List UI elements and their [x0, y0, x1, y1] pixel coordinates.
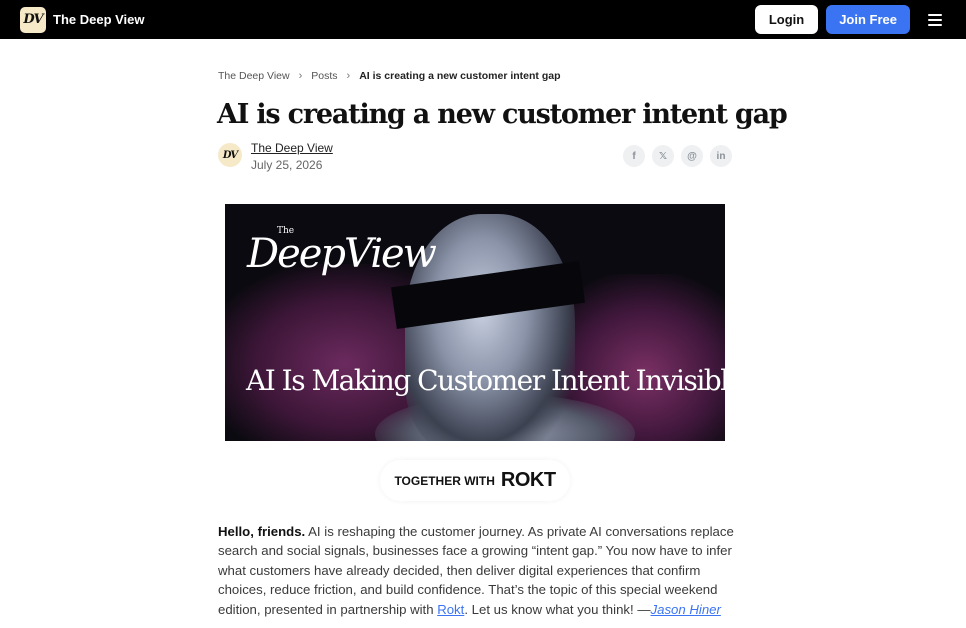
avatar[interactable]: DV: [218, 143, 242, 167]
article-intro: Hello, friends. AI is reshaping the cust…: [218, 522, 738, 619]
page-title: AI is creating a new customer intent gap: [217, 99, 788, 130]
rokt-link[interactable]: Rokt: [437, 602, 464, 617]
join-free-button[interactable]: Join Free: [826, 5, 910, 34]
facebook-icon[interactable]: f: [623, 145, 645, 167]
hero-image: The DeepView AI Is Making Customer Inten…: [225, 204, 725, 441]
hamburger-bar: [928, 23, 942, 26]
hamburger-bar: [928, 13, 942, 16]
breadcrumb-home[interactable]: The Deep View: [218, 70, 290, 82]
top-nav: DV The Deep View Login Join Free: [0, 0, 966, 39]
sponsor-together: TOGETHER WITH: [394, 473, 495, 488]
greeting: Hello, friends.: [218, 524, 306, 539]
sponsor-badge[interactable]: TOGETHER WITH ROKT: [380, 460, 570, 501]
nav-actions: Login Join Free: [754, 5, 946, 34]
x-icon[interactable]: 𝕏: [652, 145, 674, 167]
hero-logo-name: DeepView: [247, 231, 437, 277]
intro-text-end: . Let us know what you think! —: [464, 601, 651, 617]
brand-name[interactable]: The Deep View: [53, 12, 145, 27]
chevron-right-icon: ›: [346, 70, 351, 82]
hero-caption: AI Is Making Customer Intent Invisible: [246, 364, 725, 397]
share-buttons: f 𝕏 @ in: [623, 145, 732, 167]
logo-icon[interactable]: DV: [20, 6, 46, 33]
sponsor-logo: ROKT: [500, 469, 556, 491]
author-signature-link[interactable]: Jason Hiner: [651, 602, 721, 617]
post-date: July 25, 2026: [251, 158, 323, 172]
author-link[interactable]: The Deep View: [251, 141, 333, 155]
hero-logo: The DeepView: [247, 226, 437, 274]
threads-icon[interactable]: @: [681, 145, 703, 167]
hamburger-icon[interactable]: [924, 9, 946, 31]
breadcrumb-current: AI is creating a new customer intent gap: [359, 70, 561, 82]
breadcrumb: The Deep View › Posts › AI is creating a…: [218, 70, 561, 82]
login-button[interactable]: Login: [754, 5, 819, 34]
hamburger-bar: [928, 18, 942, 21]
linkedin-icon[interactable]: in: [710, 145, 732, 167]
breadcrumb-posts[interactable]: Posts: [311, 70, 337, 82]
chevron-right-icon: ›: [298, 70, 303, 82]
